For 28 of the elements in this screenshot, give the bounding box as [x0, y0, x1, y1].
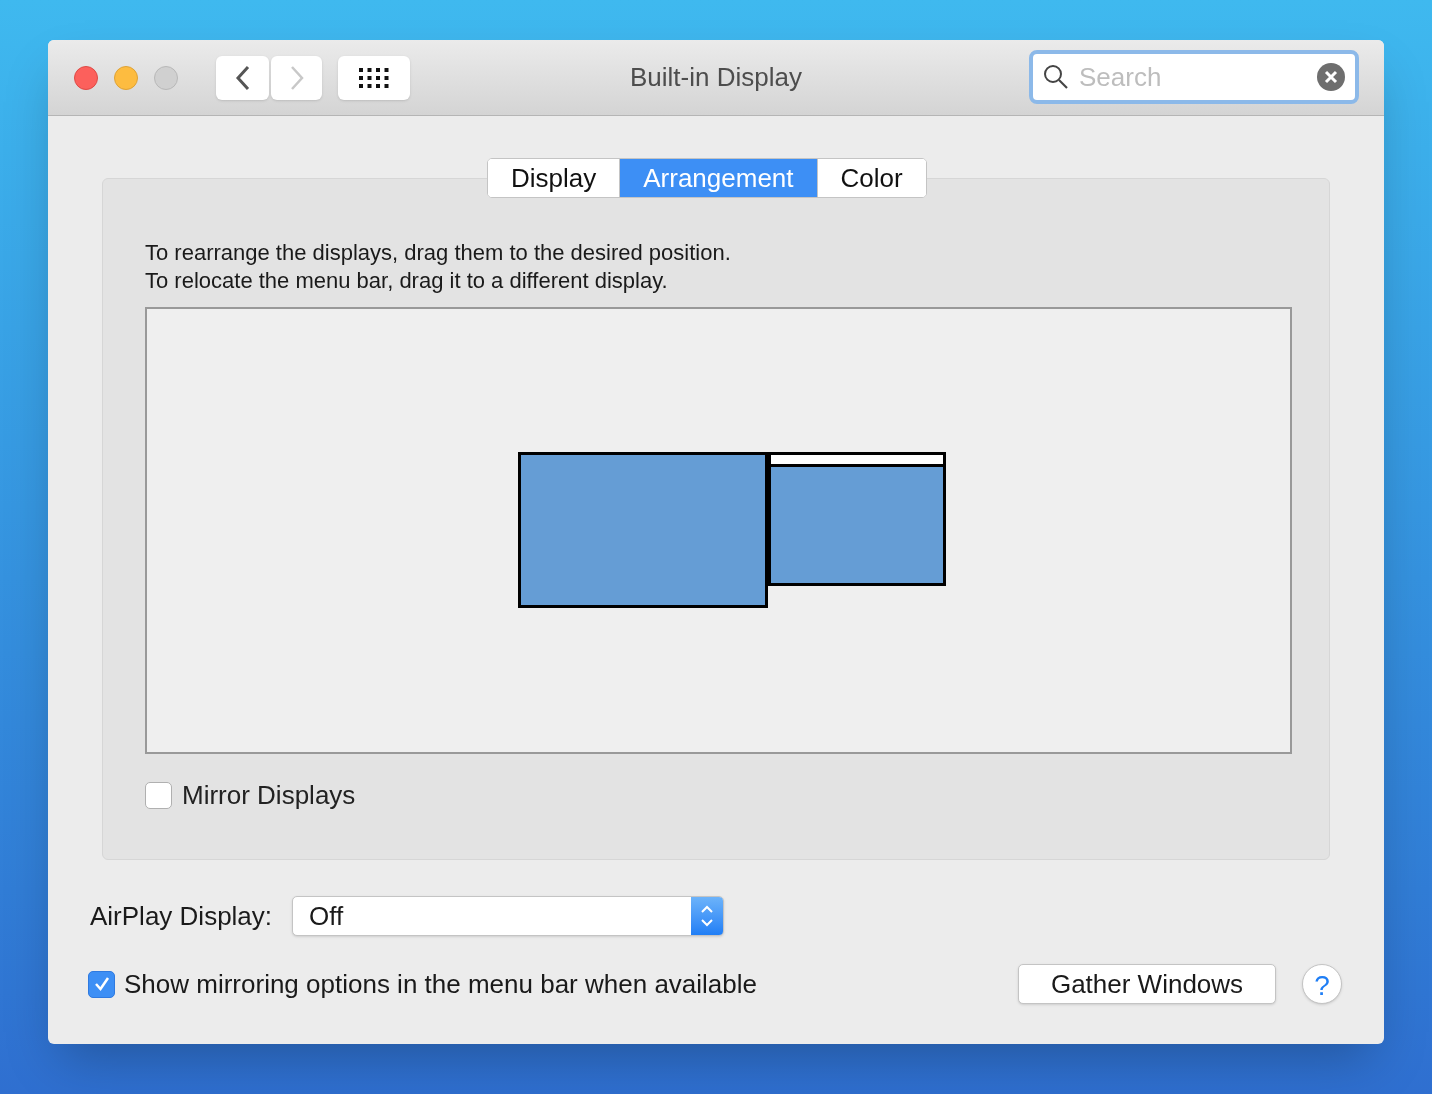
dropdown-value: Off: [309, 899, 345, 933]
tab[interactable]: Color: [816, 159, 926, 197]
clear-icon[interactable]: [1317, 63, 1345, 91]
chevron-left-icon: [234, 64, 251, 91]
search-input[interactable]: Search: [1079, 57, 1317, 97]
window-title: Built-in Display: [629, 61, 803, 94]
checkbox-label: Mirror Displays: [182, 779, 356, 812]
display-rectangle[interactable]: [768, 452, 946, 586]
stepper-icon: [691, 897, 724, 935]
help-button[interactable]: ?: [1302, 964, 1342, 1004]
show-all-button[interactable]: [338, 55, 410, 100]
grid-icon: [359, 67, 389, 88]
gather-windows-button[interactable]: Gather Windows: [1018, 964, 1276, 1004]
instruction-text: To rearrange the displays, drag them to the desired position.: [145, 239, 732, 267]
instruction-text: To relocate the menu bar, drag it to a different display.: [145, 267, 669, 295]
airplay-dropdown[interactable]: Off: [292, 896, 725, 936]
back-button[interactable]: [216, 55, 269, 100]
chevron-right-icon: [288, 64, 305, 91]
menu-bar[interactable]: [771, 455, 943, 467]
display-rectangle[interactable]: [518, 452, 768, 608]
search-icon: [1043, 64, 1069, 90]
zoom-icon: [154, 65, 178, 90]
search-field[interactable]: Search: [1029, 50, 1359, 104]
checkbox[interactable]: [145, 782, 172, 809]
close-icon[interactable]: [74, 65, 98, 90]
checkbox[interactable]: [88, 970, 115, 998]
airplay-label: AirPlay Display:: [90, 899, 273, 933]
checkbox-label: Show mirroring options in the menu bar when available: [124, 967, 757, 1001]
